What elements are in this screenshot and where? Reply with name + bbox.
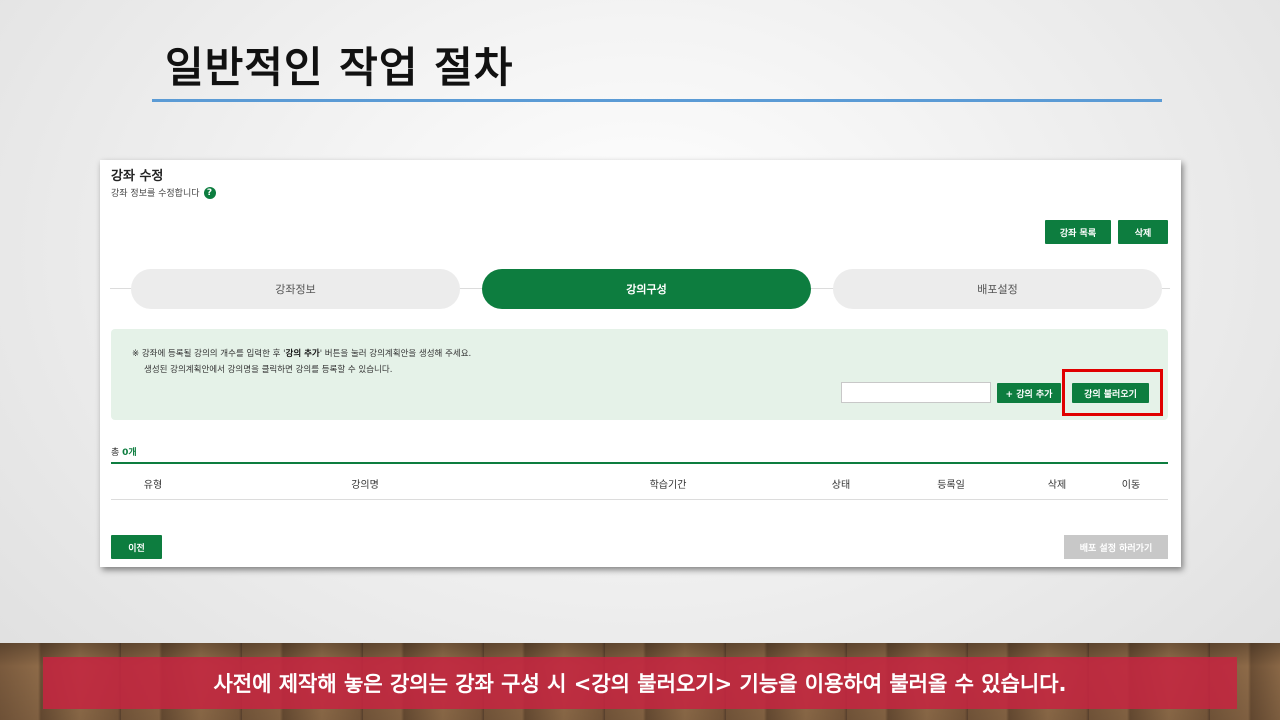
total-number: 0개 [122,448,137,458]
total-count: 총 0개 [111,445,137,458]
column-header: 삭제 [1047,480,1067,491]
page-subtitle: 강좌 정보를 수정합니다 ? [111,186,216,199]
column-header: 학습기간 [649,480,687,491]
caption-banner: 사전에 제작해 놓은 강의는 강좌 구성 시 <강의 불러오기> 기능을 이용하… [43,657,1237,709]
column-header: 이동 [1121,480,1141,491]
add-lecture-button[interactable]: + 강의 추가 [997,383,1061,403]
tab-distribution-settings[interactable]: 배포설정 [833,269,1162,309]
notice-box: ※ 강좌에 등록될 강의의 개수를 입력한 후 '강의 추가' 버튼을 눌러 강… [111,329,1168,420]
course-edit-panel: 강좌 수정 강좌 정보를 수정합니다 ? 강좌 목록 삭제 강좌정보 강의구성 … [100,160,1181,567]
go-to-distribution-button: 배포 설정 하러가기 [1064,535,1168,559]
notice-line-1-bold: 강의 추가 [285,349,320,359]
delete-button[interactable]: 삭제 [1118,220,1168,244]
column-header: 유형 [143,480,163,491]
page-title: 강좌 수정 [111,169,164,184]
lecture-table-header: 유형 강의명 학습기간 상태 등록일 삭제 이동 [111,462,1168,500]
tab-course-info[interactable]: 강좌정보 [131,269,460,309]
tab-lecture-composition[interactable]: 강의구성 [482,269,811,309]
help-icon[interactable]: ? [203,186,216,199]
column-header: 상태 [831,480,851,491]
notice-line-1-suffix: ' 버튼을 눌러 강의계획안을 생성해 주세요. [319,349,472,359]
column-header: 등록일 [937,480,965,491]
lecture-count-input[interactable] [841,382,991,403]
course-list-button[interactable]: 강좌 목록 [1045,220,1111,244]
page-subtitle-text: 강좌 정보를 수정합니다 [111,189,200,199]
notice-line-2: 생성된 강의계획안에서 강의명을 클릭하면 강의를 등록할 수 있습니다. [144,365,393,375]
highlight-box [1062,369,1163,416]
slide-title: 일반적인 작업 절차 [165,43,514,92]
notice-line-1-prefix: ※ 강좌에 등록될 강의의 개수를 입력한 후 ' [132,349,286,359]
prev-button[interactable]: 이전 [111,535,162,559]
notice-line-1: ※ 강좌에 등록될 강의의 개수를 입력한 후 '강의 추가' 버튼을 눌러 강… [132,347,471,359]
title-underline [152,99,1162,102]
column-header: 강의명 [351,480,379,491]
total-label: 총 [111,448,120,458]
